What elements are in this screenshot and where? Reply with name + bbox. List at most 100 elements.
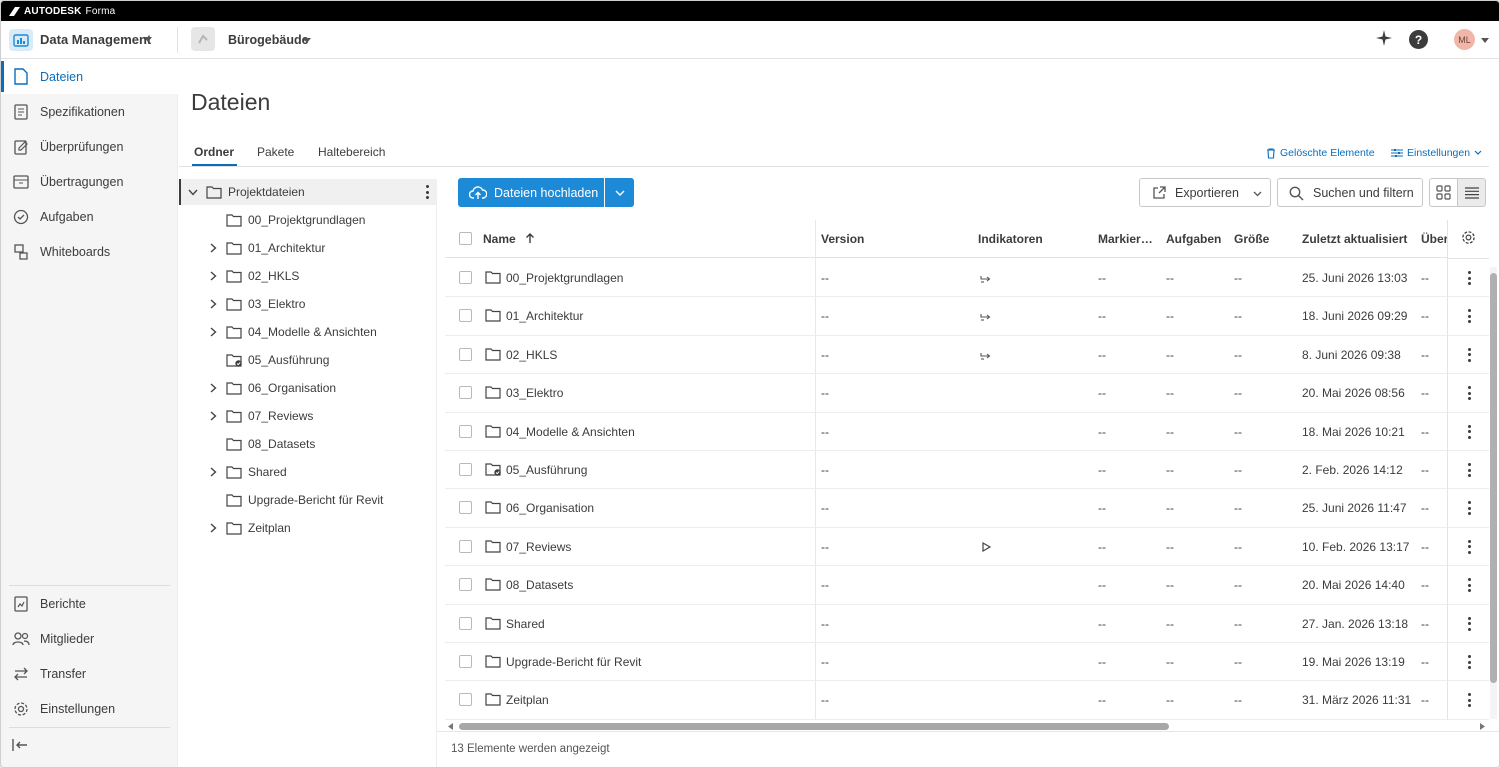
table-row[interactable]: 07_Reviews -- -- -- -- 10. Feb. 2026 13:17 -- [445, 528, 1489, 567]
table-row[interactable]: 05_Ausführung -- -- -- -- 2. Feb. 2026 14:12 -… [445, 451, 1489, 490]
row-more-options-icon[interactable] [1467, 501, 1471, 516]
project-thumbnail[interactable] [191, 27, 215, 51]
tree-item[interactable]: 02_HKLS [179, 263, 437, 289]
column-header-tasks[interactable]: Aufgaben [1166, 232, 1221, 246]
row-checkbox[interactable] [459, 271, 472, 284]
tab-ordner[interactable]: Ordner [191, 145, 238, 166]
tree-item[interactable]: 04_Modelle & Ansichten [179, 319, 437, 345]
row-checkbox[interactable] [459, 386, 472, 400]
row-checkbox[interactable] [459, 655, 472, 668]
sidebar-item-aufgaben[interactable]: Aufgaben [1, 199, 178, 234]
sidebar-item-mitglieder[interactable]: Mitglieder [1, 621, 178, 656]
chevron-down-icon[interactable] [1481, 38, 1489, 43]
chevron-down-icon[interactable] [144, 37, 152, 42]
tree-item[interactable]: 01_Architektur [179, 235, 437, 261]
row-checkbox[interactable] [459, 578, 472, 592]
column-settings-gear-icon[interactable] [1461, 230, 1476, 245]
sidebar-item-einstellungen[interactable]: Einstellungen [1, 691, 178, 726]
app-switcher-label[interactable]: Data Management [40, 32, 151, 47]
row-checkbox[interactable] [459, 616, 472, 630]
cell-name[interactable]: 06_Organisation [506, 501, 594, 515]
sidebar-item-whiteboards[interactable]: Whiteboards [1, 234, 178, 269]
linked-folder-indicator-icon[interactable] [980, 311, 991, 325]
tree-root-projektdateien[interactable]: Projektdateien [179, 179, 437, 205]
row-more-options-icon[interactable] [1467, 463, 1471, 477]
settings-link[interactable]: Einstellungen [1391, 147, 1482, 159]
cell-name[interactable]: 01_Architektur [506, 309, 583, 323]
avatar[interactable]: ML [1454, 29, 1475, 50]
cell-name[interactable]: Upgrade-Bericht für Revit [506, 655, 641, 669]
search-filter-button[interactable]: Suchen und filtern [1277, 178, 1423, 207]
tree-item[interactable]: Upgrade-Bericht für Revit [179, 487, 437, 513]
row-more-options-icon[interactable] [1467, 539, 1471, 554]
chevron-right-icon[interactable] [208, 383, 218, 393]
sidebar-item-transfer[interactable]: Transfer [1, 656, 178, 691]
row-more-options-icon[interactable] [1467, 578, 1471, 593]
table-row[interactable]: Zeitplan -- -- -- -- 31. März 2026 11:31 -- [445, 681, 1489, 720]
collapse-sidebar-icon[interactable] [12, 738, 28, 757]
row-checkbox[interactable] [459, 463, 472, 476]
upload-files-button[interactable]: Dateien hochladen [458, 178, 604, 207]
scroll-right-arrow-icon[interactable] [1479, 723, 1485, 730]
cell-name[interactable]: Zeitplan [506, 693, 549, 707]
row-more-options-icon[interactable] [1467, 271, 1471, 285]
linked-folder-indicator-icon[interactable] [980, 273, 991, 287]
row-checkbox[interactable] [459, 501, 472, 515]
column-header-updated[interactable]: Zuletzt aktualisiert [1302, 232, 1407, 246]
grid-view-toggle[interactable] [1429, 178, 1458, 207]
table-row[interactable]: Shared -- -- -- -- 27. Jan. 2026 13:18 -- [445, 605, 1489, 643]
row-more-options-icon[interactable] [1467, 616, 1471, 631]
select-all-checkbox[interactable] [459, 232, 472, 245]
cell-name[interactable]: 08_Datasets [506, 578, 573, 592]
deleted-items-link[interactable]: Gelöschte Elemente [1266, 147, 1375, 159]
tree-item[interactable]: 06_Organisation [179, 375, 437, 401]
row-checkbox[interactable] [459, 693, 472, 707]
table-row[interactable]: 08_Datasets -- -- -- -- 20. Mai 2026 14:40 -- [445, 566, 1489, 605]
row-checkbox[interactable] [459, 424, 472, 438]
row-more-options-icon[interactable] [1467, 424, 1471, 439]
chevron-right-icon[interactable] [208, 271, 218, 281]
table-row[interactable]: 01_Architektur -- -- -- -- 18. Juni 2026 09:2… [445, 297, 1489, 336]
tree-item[interactable]: 00_Projektgrundlagen [179, 207, 437, 233]
chevron-right-icon[interactable] [208, 411, 218, 421]
row-more-options-icon[interactable] [1467, 693, 1471, 708]
list-view-toggle[interactable] [1457, 178, 1486, 207]
column-header-size[interactable]: Größe [1234, 232, 1269, 246]
more-options-icon[interactable] [425, 185, 429, 199]
tab-haltebereich[interactable]: Haltebereich [318, 145, 385, 159]
upload-options-button[interactable] [605, 178, 634, 207]
table-row[interactable]: 06_Organisation -- -- -- -- 25. Juni 2026 11:… [445, 489, 1489, 528]
vertical-scrollbar[interactable] [1490, 267, 1497, 719]
review-play-indicator-icon[interactable] [982, 541, 992, 555]
tree-item[interactable]: Zeitplan [179, 515, 437, 541]
column-header-indicators[interactable]: Indikatoren [978, 232, 1043, 246]
table-row[interactable]: 02_HKLS -- -- -- -- 8. Juni 2026 09:38 -- [445, 336, 1489, 375]
row-checkbox[interactable] [459, 347, 472, 361]
row-checkbox[interactable] [459, 309, 472, 323]
table-row[interactable]: Upgrade-Bericht für Revit -- -- -- -- 19. Mai… [445, 643, 1489, 682]
sidebar-item-spezifikationen[interactable]: Spezifikationen [1, 94, 178, 129]
sparkle-assistant-icon[interactable] [1375, 29, 1393, 52]
cell-name[interactable]: 04_Modelle & Ansichten [506, 425, 635, 439]
sidebar-item-ueberpruefungen[interactable]: Überprüfungen [1, 129, 178, 164]
tree-item[interactable]: 03_Elektro [179, 291, 437, 317]
tree-item[interactable]: 08_Datasets [179, 431, 437, 457]
chevron-right-icon[interactable] [208, 327, 218, 337]
sidebar-item-dateien[interactable]: Dateien [1, 59, 178, 94]
table-row[interactable]: 03_Elektro -- -- -- -- 20. Mai 2026 08:56 -- [445, 374, 1489, 413]
row-more-options-icon[interactable] [1467, 309, 1471, 324]
table-row[interactable]: 00_Projektgrundlagen -- -- -- -- 25. Juni 202… [445, 259, 1489, 298]
tree-item[interactable]: Shared [179, 459, 437, 485]
row-more-options-icon[interactable] [1467, 655, 1471, 669]
scrollbar-thumb[interactable] [459, 723, 1169, 730]
help-icon[interactable]: ? [1409, 30, 1428, 49]
scrollbar-thumb[interactable] [1490, 273, 1497, 683]
column-header-name[interactable]: Name [483, 232, 535, 246]
project-selector-label[interactable]: Bürogebäude [228, 33, 309, 47]
sidebar-item-berichte[interactable]: Berichte [1, 586, 178, 621]
export-button[interactable]: Exportieren [1139, 178, 1271, 207]
cell-name[interactable]: 02_HKLS [506, 348, 557, 362]
tab-pakete[interactable]: Pakete [257, 145, 294, 159]
cell-name[interactable]: Shared [506, 617, 545, 631]
cell-name[interactable]: 03_Elektro [506, 386, 563, 400]
